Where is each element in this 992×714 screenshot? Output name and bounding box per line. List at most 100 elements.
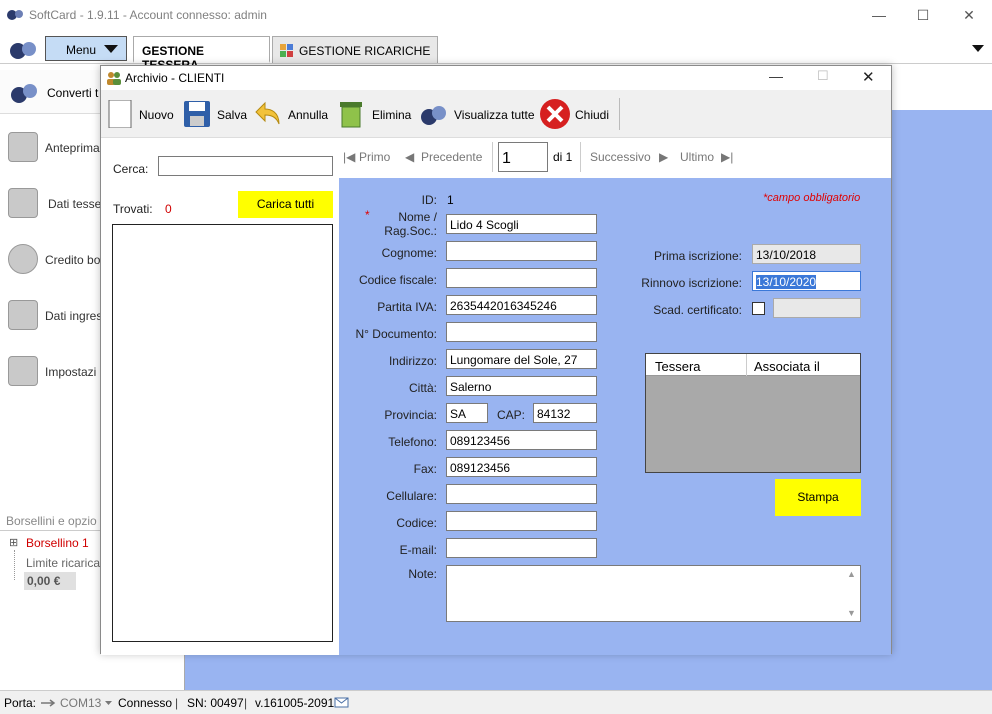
tree-subitem-limite: Limite ricarica <box>26 556 101 570</box>
search-label: Cerca: <box>113 162 149 176</box>
provincia-label: Provincia: <box>384 408 437 422</box>
codice-fiscale-label: Codice fiscale: <box>358 273 437 287</box>
dialog-close-icon[interactable]: ✕ <box>862 68 875 86</box>
nav-page-input[interactable] <box>498 142 548 172</box>
codice-label: Codice: <box>396 516 437 530</box>
partita-iva-label: Partita IVA: <box>377 300 437 314</box>
search-input[interactable] <box>158 156 333 176</box>
undo-arrow-icon <box>255 101 280 125</box>
cellulare-label: Cellulare: <box>386 489 437 503</box>
indirizzo-label: Indirizzo: <box>388 354 437 368</box>
note-textarea[interactable] <box>446 565 861 622</box>
elimina-button[interactable]: Elimina <box>337 96 413 132</box>
email-field[interactable] <box>446 538 597 558</box>
nav-last-icon: ▶| <box>721 150 734 164</box>
fax-field[interactable]: 089123456 <box>446 457 597 477</box>
status-porta-label: Porta: <box>4 696 37 710</box>
convert-icon <box>11 84 37 103</box>
tab-gestione-tessera[interactable]: GESTIONE TESSERA <box>133 36 270 72</box>
annulla-button[interactable]: Annulla <box>255 96 331 132</box>
table-col-tessera[interactable]: Tessera <box>655 359 701 374</box>
salva-button[interactable]: Salva <box>183 96 248 132</box>
mail-icon[interactable] <box>334 696 350 709</box>
chiudi-button[interactable]: Chiudi <box>539 96 613 132</box>
status-version: v.161005-2091 <box>255 696 335 710</box>
codice-field[interactable] <box>446 511 597 531</box>
dialog-maximize-icon: ☐ <box>817 68 829 83</box>
close-window-icon[interactable]: ✕ <box>946 0 992 30</box>
chevron-down-icon[interactable] <box>105 701 112 706</box>
scadenza-checkbox[interactable] <box>752 302 765 315</box>
preview-icon <box>8 132 38 162</box>
cognome-field[interactable] <box>446 241 597 261</box>
sidebar-item-label: Dati tesse <box>48 197 102 211</box>
nuovo-button[interactable]: Nuovo <box>107 96 177 132</box>
dialog-minimize-icon[interactable]: — <box>769 68 783 84</box>
tree-item-borsellino[interactable]: Borsellino 1 <box>26 536 89 550</box>
cellulare-field[interactable] <box>446 484 597 504</box>
nav-first-button[interactable]: Primo <box>359 150 390 164</box>
tree-value: 0,00 € <box>27 574 61 588</box>
citta-field[interactable]: Salerno <box>446 376 597 396</box>
table-col-associata[interactable]: Associata il <box>754 359 820 374</box>
new-document-icon <box>108 100 132 128</box>
client-form: *campo obbligatorio ID: 1 * Nome / Rag.S… <box>339 178 891 655</box>
chevron-down-icon <box>104 45 118 53</box>
rinnovo-iscrizione-label: Rinnovo iscrizione: <box>641 276 742 290</box>
stampa-button[interactable]: Stampa <box>775 479 861 516</box>
codice-fiscale-field[interactable] <box>446 268 597 288</box>
app-logo-icon <box>7 10 23 20</box>
cognome-label: Cognome: <box>381 246 437 260</box>
results-list[interactable] <box>112 224 333 642</box>
nav-next-icon: ▶ <box>659 150 669 164</box>
minimize-icon[interactable]: — <box>856 0 902 30</box>
scroll-down-icon[interactable]: ▼ <box>847 608 856 618</box>
overflow-dropdown-icon[interactable] <box>972 45 984 53</box>
elimina-label: Elimina <box>372 108 412 122</box>
found-label: Trovati: <box>113 202 153 216</box>
partita-iva-field[interactable]: 2635442016345246 <box>446 295 597 315</box>
scroll-up-icon[interactable]: ▲ <box>847 569 856 579</box>
tessere-table[interactable]: Tessera Associata il <box>645 353 861 473</box>
fax-label: Fax: <box>413 462 437 476</box>
indirizzo-field[interactable]: Lungomare del Sole, 27 <box>446 349 597 369</box>
dialog-titlebar: Archivio - CLIENTI — ☐ ✕ <box>101 66 891 90</box>
scadenza-certificato-field <box>773 298 861 318</box>
sidebar-convert-label: Converti t <box>47 86 99 100</box>
nav-prev-button[interactable]: Precedente <box>421 150 482 164</box>
carica-tutti-button[interactable]: Carica tutti <box>238 191 333 218</box>
nav-first-icon: |◀ <box>343 150 356 164</box>
note-label: Note: <box>408 567 437 581</box>
tab-gestione-ricariche[interactable]: GESTIONE RICARICHE <box>272 36 438 63</box>
salva-label: Salva <box>217 108 248 122</box>
tree-value-box: 0,00 € <box>24 572 76 590</box>
sidebar-item-label: Anteprima <box>45 141 100 155</box>
telefono-field[interactable]: 089123456 <box>446 430 597 450</box>
menu-label: Menu <box>66 43 97 57</box>
cap-label: CAP: <box>497 408 526 422</box>
maximize-icon[interactable]: ☐ <box>900 0 946 30</box>
status-com-port[interactable]: COM13 <box>60 696 101 710</box>
tree-expand-icon[interactable]: ⊞ <box>9 536 18 549</box>
table-header: Tessera Associata il <box>646 354 860 376</box>
visualizza-tutte-button[interactable]: Visualizza tutte <box>419 96 535 132</box>
dialog-toolbar: Nuovo Salva Annulla Elimina Visualizza t… <box>101 90 891 138</box>
usb-icon <box>41 699 56 707</box>
email-label: E-mail: <box>399 543 437 557</box>
nav-next-button[interactable]: Successivo <box>590 150 651 164</box>
statusbar: Porta: COM13 Connesso | SN: 00497 | v.16… <box>0 690 992 714</box>
rinnovo-iscrizione-field[interactable]: 13/10/2020 <box>752 271 861 291</box>
window-titlebar: SoftCard - 1.9.11 - Account connesso: ad… <box>0 0 992 30</box>
documento-field[interactable] <box>446 322 597 342</box>
nav-prev-icon: ◀ <box>405 150 415 164</box>
close-circle-icon <box>540 99 570 129</box>
documento-label: N° Documento: <box>355 327 438 341</box>
required-note: *campo obbligatorio <box>763 192 861 204</box>
nome-field[interactable]: Lido 4 Scogli <box>446 214 597 234</box>
found-count: 0 <box>165 202 172 216</box>
toolbar-divider <box>619 98 620 130</box>
nav-last-button[interactable]: Ultimo <box>680 150 714 164</box>
provincia-field[interactable]: SA <box>446 403 488 423</box>
menu-button[interactable]: Menu <box>45 36 127 61</box>
cap-field[interactable]: 84132 <box>533 403 597 423</box>
